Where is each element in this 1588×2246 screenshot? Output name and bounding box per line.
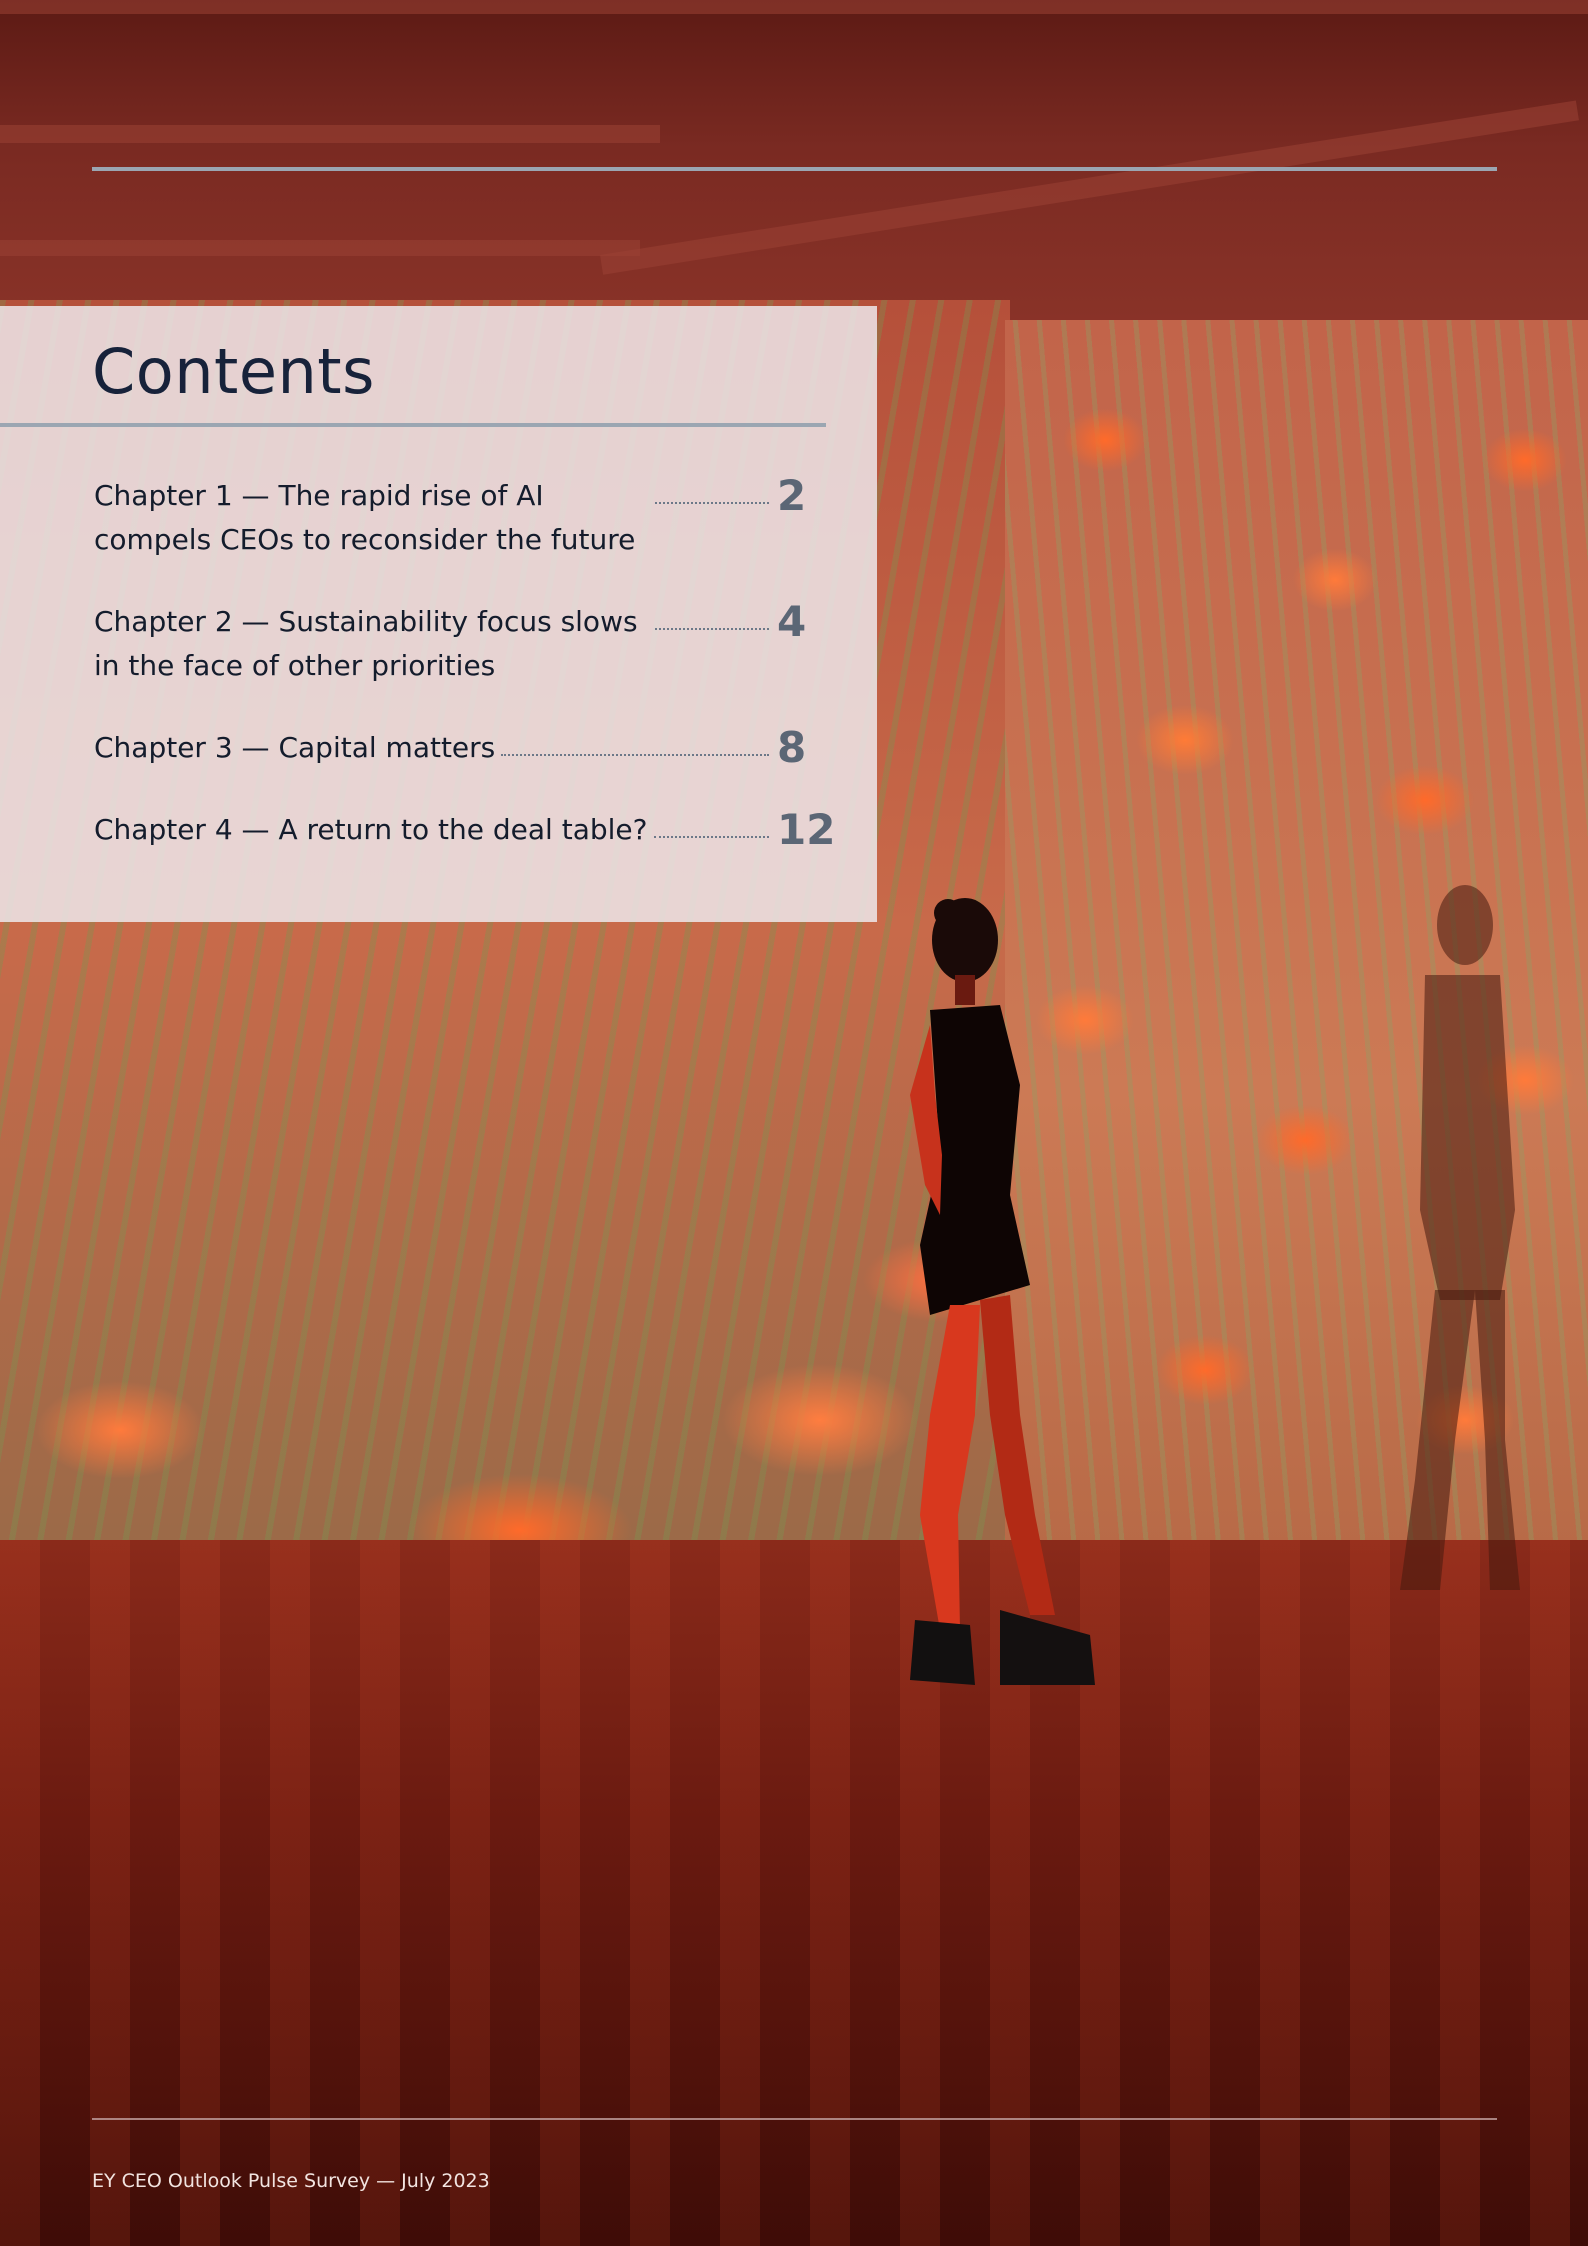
ceiling-beam: [600, 100, 1579, 275]
ceiling-beam: [0, 0, 1588, 14]
footer-text: EY CEO Outlook Pulse Survey — July 2023: [92, 2170, 490, 2192]
dotted-leader: [501, 726, 769, 756]
background-photo-floor: [0, 1540, 1588, 2246]
background-photo-ceiling: [0, 0, 1588, 330]
toc-entry-label: Chapter 1 — The rapid rise of AI compels…: [94, 479, 636, 556]
toc-entry-chapter-1[interactable]: Chapter 1 — The rapid rise of AI compels…: [94, 474, 839, 562]
background-photo-woman-silhouette: [910, 898, 1095, 1685]
dotted-leader: [653, 808, 769, 838]
toc-entry-label: Chapter 2 — Sustainability focus slows i…: [94, 605, 638, 682]
title-rule: [0, 423, 826, 427]
toc-page-number: 4: [777, 597, 807, 646]
dotted-leader: [655, 474, 769, 504]
toc-entry-chapter-4[interactable]: Chapter 4 — A return to the deal table? …: [94, 808, 839, 852]
ceiling-beam: [0, 240, 640, 256]
table-of-contents: Chapter 1 — The rapid rise of AI compels…: [94, 474, 839, 890]
dotted-leader: [655, 600, 769, 630]
top-rule: [92, 167, 1497, 171]
toc-entry-chapter-2[interactable]: Chapter 2 — Sustainability focus slows i…: [94, 600, 839, 688]
contents-title: Contents: [92, 335, 375, 408]
toc-page-number: 12: [777, 805, 836, 854]
document-page: Contents Chapter 1 — The rapid rise of A…: [0, 0, 1588, 2246]
toc-entry-label: Chapter 4 — A return to the deal table?: [94, 813, 648, 846]
ceiling-beam: [0, 125, 660, 143]
toc-page-number: 2: [777, 471, 807, 520]
toc-entry-chapter-3[interactable]: Chapter 3 — Capital matters 8: [94, 726, 839, 770]
background-photo-shadow: [1400, 885, 1520, 1590]
toc-page-number: 8: [777, 723, 807, 772]
footer-rule: [92, 2118, 1497, 2120]
toc-entry-label: Chapter 3 — Capital matters: [94, 731, 496, 764]
